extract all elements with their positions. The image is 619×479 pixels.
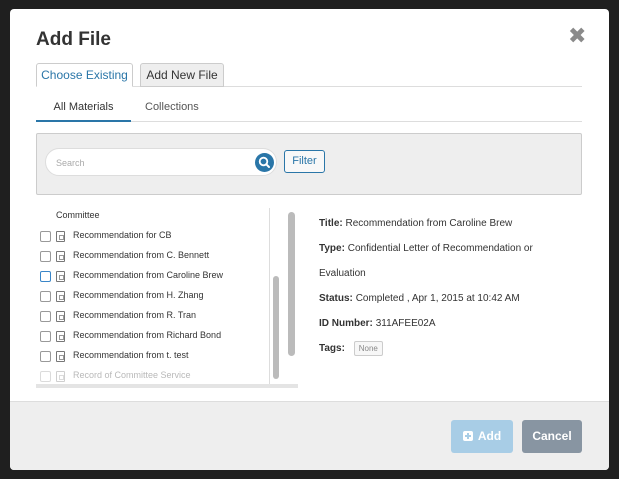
detail-id-row: ID Number: 311AFEE02A: [319, 318, 436, 329]
search-box: [45, 148, 277, 176]
add-file-dialog: Add File ✖ Choose Existing Add New File …: [10, 9, 609, 470]
list-item[interactable]: Recommendation from Caroline Brew: [40, 270, 270, 286]
dialog-title: Add File: [36, 29, 111, 50]
search-input[interactable]: [56, 155, 246, 171]
item-checkbox[interactable]: [40, 291, 51, 302]
add-button[interactable]: Add: [451, 420, 513, 453]
filter-button[interactable]: Filter: [284, 150, 325, 173]
search-panel: Filter: [36, 133, 582, 195]
search-button[interactable]: [255, 153, 274, 172]
item-checkbox[interactable]: [40, 271, 51, 282]
item-label: Recommendation from R. Tran: [73, 310, 197, 320]
close-icon[interactable]: ✖: [568, 25, 586, 47]
list-item[interactable]: Recommendation from t. test: [40, 350, 270, 366]
list-scrollbar[interactable]: [269, 208, 281, 384]
list-item[interactable]: Recommendation from H. Zhang: [40, 290, 270, 306]
list-scrollbar-thumb[interactable]: [273, 276, 279, 379]
pdf-icon: [56, 371, 65, 382]
pdf-icon: [56, 311, 65, 322]
detail-type-row-continued: Evaluation: [319, 268, 366, 279]
detail-title-row: Title: Recommendation from Caroline Brew: [319, 218, 512, 229]
pdf-icon: [56, 251, 65, 262]
add-button-label: Add: [477, 429, 502, 443]
detail-id-label: ID Number:: [319, 318, 373, 329]
item-label: Recommendation from t. test: [73, 350, 189, 360]
list-item[interactable]: Recommendation from Richard Bond: [40, 330, 270, 346]
pdf-icon: [56, 231, 65, 242]
detail-status-value: Completed , Apr 1, 2015 at 10:42 AM: [355, 293, 520, 304]
list-item[interactable]: Recommendation from R. Tran: [40, 310, 270, 326]
search-icon: [258, 156, 270, 168]
detail-status-row: Status: Completed , Apr 1, 2015 at 10:42…: [319, 293, 520, 304]
detail-id-value: 311AFEE02A: [375, 318, 436, 329]
detail-type-value-continued: Evaluation: [319, 268, 366, 279]
pdf-icon: [56, 331, 65, 342]
detail-type-value: Confidential Letter of Recommendation or: [347, 243, 533, 254]
detail-type-row: Type: Confidential Letter of Recommendat…: [319, 243, 533, 254]
item-label: Recommendation from Richard Bond: [73, 330, 222, 340]
detail-tags-row: Tags: None: [319, 341, 383, 356]
list-item[interactable]: Recommendation for CB: [40, 230, 270, 246]
list-item[interactable]: Recommendation from C. Bennett: [40, 250, 270, 266]
item-label: Recommendation for CB: [73, 230, 172, 240]
detail-title-label: Title:: [319, 218, 343, 229]
tab-collections[interactable]: Collections: [145, 101, 199, 113]
dialog-footer: Add Cancel: [10, 401, 609, 470]
detail-type-label: Type:: [319, 243, 345, 254]
detail-title-value: Recommendation from Caroline Brew: [345, 218, 513, 229]
cancel-button[interactable]: Cancel: [522, 420, 582, 453]
item-checkbox[interactable]: [40, 331, 51, 342]
panel-scrollbar[interactable]: [286, 208, 298, 360]
tab-all-materials[interactable]: All Materials: [36, 101, 131, 122]
list-group-label: Committee: [56, 210, 100, 220]
tab-choose-existing[interactable]: Choose Existing: [36, 63, 133, 87]
item-checkbox[interactable]: [40, 311, 51, 322]
item-checkbox[interactable]: [40, 371, 51, 382]
panel-scrollbar-thumb[interactable]: [288, 212, 295, 356]
detail-tags-label: Tags:: [319, 343, 345, 354]
list-footer-bar: [36, 384, 298, 388]
item-label: Recommendation from C. Bennett: [73, 250, 210, 260]
item-label: Recommendation from H. Zhang: [73, 290, 204, 300]
item-checkbox[interactable]: [40, 351, 51, 362]
pdf-icon: [56, 271, 65, 282]
plus-icon: [462, 431, 473, 441]
top-tab-bar: Choose Existing Add New File: [36, 63, 582, 87]
tab-add-new-file[interactable]: Add New File: [140, 63, 224, 87]
pdf-icon: [56, 351, 65, 362]
tag-badge: None: [353, 341, 383, 356]
item-checkbox[interactable]: [40, 231, 51, 242]
item-label: Record of Committee Service: [73, 370, 191, 380]
detail-status-label: Status:: [319, 293, 353, 304]
pdf-icon: [56, 291, 65, 302]
item-checkbox[interactable]: [40, 251, 51, 262]
materials-list: Committee Recommendation for CB Recommen…: [36, 206, 300, 386]
item-label: Recommendation from Caroline Brew: [73, 270, 224, 280]
sub-tab-bar: All Materials Collections: [36, 98, 582, 122]
